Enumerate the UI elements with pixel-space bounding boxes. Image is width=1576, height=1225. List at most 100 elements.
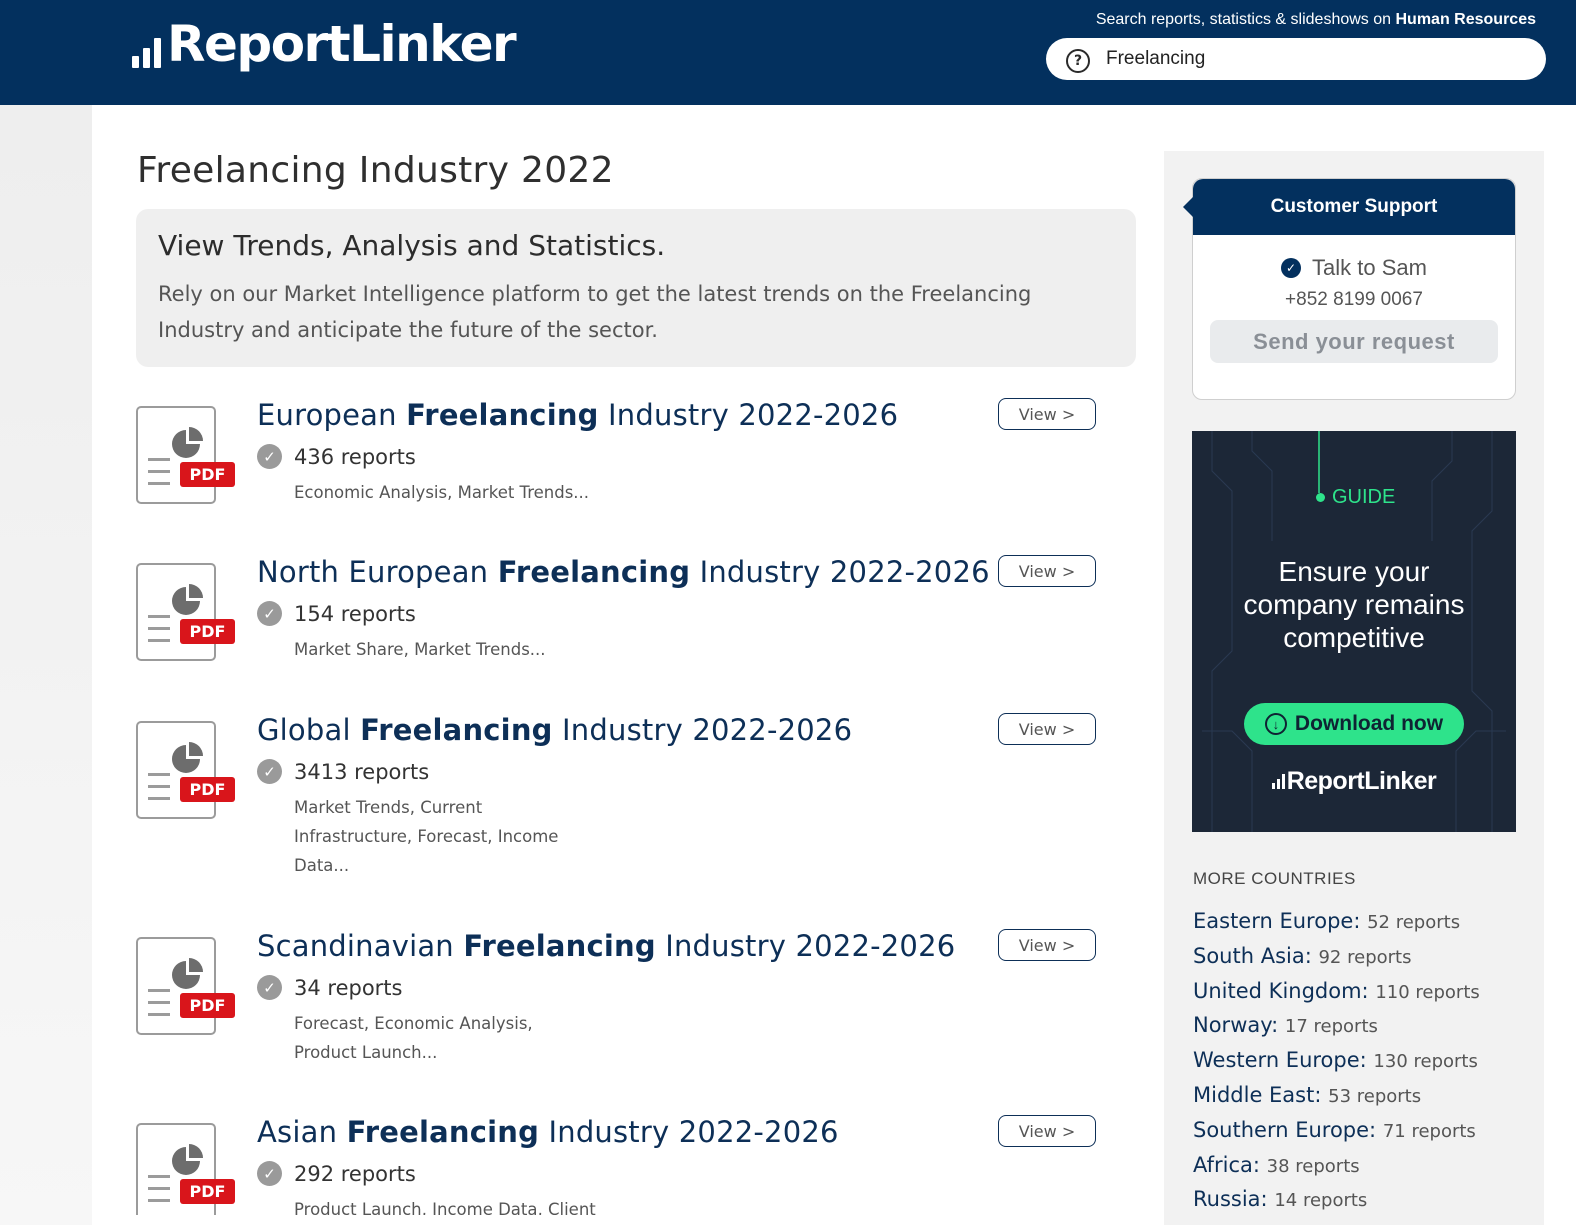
talk-to-agent: ✓ Talk to Sam [1193,255,1515,281]
pdf-document-icon[interactable]: PDF [136,937,236,1035]
title-keyword: Freelancing [463,929,656,963]
pdf-document-icon[interactable]: PDF [136,721,236,819]
report-title-link[interactable]: Asian Freelancing Industry 2022-2026 [257,1115,839,1149]
search-hint-topic[interactable]: Human Resources [1396,11,1537,28]
support-phone[interactable]: +852 8199 0067 [1193,289,1515,311]
report-count: ✓ 3413 reports [257,759,429,784]
ad-headline-line: Ensure your [1278,556,1430,587]
ad-reportlinker-logo: ReportLinker [1192,767,1516,796]
logo-text: ReportLinker [167,15,517,73]
title-suffix: Industry 2022-2026 [539,1115,839,1149]
ad-headline-line: company remains [1243,589,1465,620]
title-prefix: North European [257,555,498,589]
title-suffix: Industry 2022-2026 [598,398,899,432]
report-item: PDF Asian Freelancing Industry 2022-2026… [136,1115,1106,1215]
country-link[interactable]: United Kingdom: 110 reports [1193,979,1480,1014]
country-name: Russia: [1193,1187,1268,1212]
ad-headline: Ensure your company remains competitive [1192,555,1516,654]
ad-logo-text: ReportLinker [1286,767,1437,795]
title-prefix: Global [257,713,361,747]
pdf-label: PDF [190,465,226,484]
search-bar[interactable]: ? [1046,38,1546,80]
country-name: Eastern Europe: [1193,909,1361,933]
download-icon: ↓ [1264,713,1287,735]
intro-text: Rely on our Market Intelligence platform… [158,282,1032,342]
customer-support-card: Customer Support ✓ Talk to Sam +852 8199… [1183,178,1516,400]
country-count: 52 reports [1367,912,1461,933]
country-link[interactable]: Russia: 14 reports [1193,1187,1480,1222]
pdf-label: PDF [190,1182,226,1201]
country-count: 38 reports [1266,1155,1360,1177]
check-icon: ✓ [257,1161,282,1186]
reportlinker-logo[interactable]: ReportLinker [132,14,517,74]
report-title-link[interactable]: North European Freelancing Industry 2022… [257,555,990,589]
report-count: ✓ 154 reports [257,601,416,626]
dot-icon [1316,493,1325,502]
view-button[interactable]: View > [998,555,1096,587]
check-icon: ✓ [1281,258,1302,278]
customer-support-title: Customer Support [1183,179,1515,235]
view-button[interactable]: View > [998,398,1096,430]
logo-bars-icon [1271,771,1285,789]
left-gutter [0,105,92,1225]
logo-bars-icon [132,22,161,74]
report-tags: Economic Analysis, Market Trends... [294,483,590,502]
page-title: Freelancing Industry 2022 [137,150,614,191]
guide-ad-banner[interactable]: GUIDE Ensure your company remains compet… [1192,431,1516,832]
country-count: 110 reports [1375,981,1480,1003]
pdf-document-icon[interactable]: PDF [136,563,236,661]
title-suffix: Industry 2022-2026 [655,929,956,963]
guide-tag-text: GUIDE [1332,486,1396,508]
report-tags: Market Trends, Current Infrastructure, F… [294,798,559,875]
search-hint: Search reports, statistics & slideshows … [1096,11,1536,29]
report-count: ✓ 292 reports [257,1161,416,1186]
right-sidebar: Customer Support ✓ Talk to Sam +852 8199… [1164,151,1544,1225]
country-count: 17 reports [1284,1016,1378,1038]
report-title-link[interactable]: Scandinavian Freelancing Industry 2022-2… [257,929,955,963]
title-keyword: Freelancing [360,713,553,747]
title-keyword: Freelancing [346,1115,540,1149]
title-suffix: Industry 2022-2026 [552,713,853,747]
report-tags: Market Share, Market Trends... [294,640,546,659]
guide-tag: GUIDE [1316,486,1395,509]
country-link[interactable]: South Asia: 92 reports [1193,944,1480,979]
country-name: Western Europe: [1193,1048,1367,1073]
report-title-link[interactable]: European Freelancing Industry 2022-2026 [257,398,898,432]
question-icon: ? [1066,49,1090,73]
send-request-button[interactable]: Send your request [1210,320,1498,363]
title-keyword: Freelancing [406,398,599,432]
country-link[interactable]: Norway: 17 reports [1193,1013,1480,1048]
report-count-text: 154 reports [294,601,416,626]
download-now-button[interactable]: ↓ Download now [1244,703,1464,745]
pdf-label: PDF [190,996,226,1015]
country-link[interactable]: Africa: 38 reports [1193,1153,1480,1188]
country-link[interactable]: Eastern Europe: 52 reports [1193,909,1480,944]
country-name: Middle East: [1193,1082,1322,1107]
view-button[interactable]: View > [998,713,1096,745]
download-label: Download now [1294,712,1444,735]
pdf-document-icon[interactable]: PDF [136,406,236,504]
report-count-text: 34 reports [294,975,403,1000]
search-input[interactable] [1106,48,1506,70]
check-icon: ✓ [257,601,282,626]
report-title-link[interactable]: Global Freelancing Industry 2022-2026 [257,713,852,747]
report-count-text: 436 reports [294,444,416,469]
ad-headline-line: competitive [1283,622,1425,653]
pdf-document-icon[interactable]: PDF [136,1123,236,1215]
intro-box: View Trends, Analysis and Statistics. Re… [136,209,1136,367]
title-suffix: Industry 2022-2026 [690,555,990,589]
top-header: ReportLinker Search reports, statistics … [0,0,1576,105]
pdf-label: PDF [190,780,226,799]
intro-heading: View Trends, Analysis and Statistics. [158,229,666,262]
view-button[interactable]: View > [998,929,1096,961]
country-count: 130 reports [1373,1051,1478,1073]
view-button[interactable]: View > [998,1115,1096,1147]
check-icon: ✓ [257,759,282,784]
country-link[interactable]: Western Europe: 130 reports [1193,1048,1480,1083]
country-link[interactable]: Southern Europe: 71 reports [1193,1118,1480,1153]
talk-to-label: Talk to Sam [1312,255,1427,280]
country-count: 71 reports [1382,1120,1476,1142]
country-name: South Asia: [1193,943,1312,968]
country-link[interactable]: Middle East: 53 reports [1193,1083,1480,1118]
report-count-text: 3413 reports [294,759,430,784]
